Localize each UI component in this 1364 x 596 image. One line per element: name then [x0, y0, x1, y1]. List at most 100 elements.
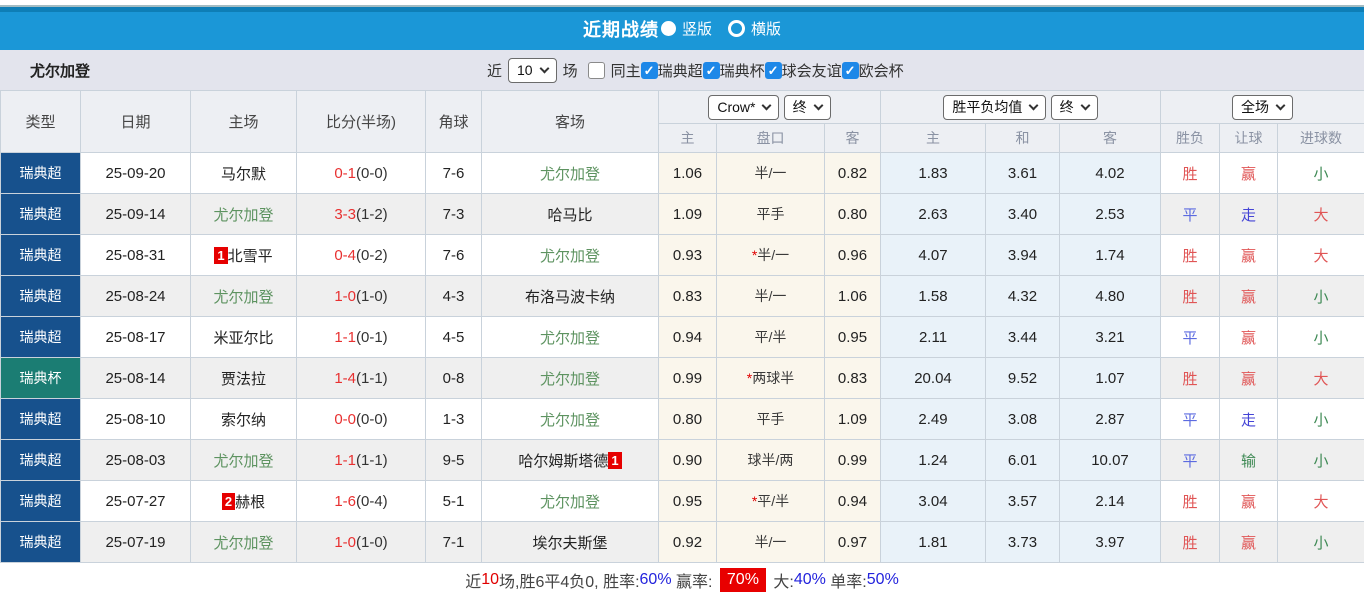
odds-away-cell: 0.80	[825, 194, 881, 235]
league-checkbox-svenska-cupen[interactable]	[703, 62, 720, 79]
bookmaker-select[interactable]: Crow*	[708, 95, 779, 120]
table-row: 瑞典杯 25-08-14 贾法拉 1-4(1-1) 0-8 尤尔加登 0.99 …	[1, 358, 1364, 399]
date-cell: 25-08-17	[81, 317, 191, 358]
league-checkbox-allsvenskan[interactable]	[641, 62, 658, 79]
odds-away-cell: 0.97	[825, 522, 881, 563]
handicap-cell: *平/半	[717, 481, 825, 522]
avg-home-cell: 3.04	[881, 481, 986, 522]
corners-cell: 5-1	[426, 481, 482, 522]
away-team-cell: 埃尔夫斯堡	[482, 522, 659, 563]
match-type-cell: 瑞典超	[1, 276, 81, 317]
goals-cell: 小	[1278, 317, 1364, 358]
avg-time-select[interactable]: 终	[1051, 95, 1098, 120]
odds-home-cell: 0.93	[659, 235, 717, 276]
away-team-cell: 布洛马波卡纳	[482, 276, 659, 317]
odds-home-cell: 0.83	[659, 276, 717, 317]
handicap-result-cell: 赢	[1220, 235, 1278, 276]
corners-cell: 4-5	[426, 317, 482, 358]
goals-cell: 小	[1278, 153, 1364, 194]
score-cell: 0-1(0-0)	[297, 153, 426, 194]
chevron-down-icon	[1029, 101, 1039, 111]
summary-segment: 60%	[640, 571, 672, 589]
result-cell: 胜	[1161, 153, 1220, 194]
league-label-friendly: 球会友谊	[782, 60, 842, 81]
away-team-cell: 尤尔加登	[482, 481, 659, 522]
summary-segment: 场,胜6平4负0,	[499, 568, 603, 592]
results-table: 类型 日期 主场 比分(半场) 角球 客场 Crow* 终 胜平负均值 终 全场…	[0, 90, 1364, 563]
chevron-down-icon	[1080, 101, 1090, 111]
header-type: 类型	[1, 91, 81, 153]
same-home-checkbox[interactable]	[588, 62, 605, 79]
avg-type-select[interactable]: 胜平负均值	[943, 95, 1046, 120]
handicap-result-cell: 走	[1220, 194, 1278, 235]
result-cell: 平	[1161, 440, 1220, 481]
fulltime-select[interactable]: 全场	[1232, 95, 1293, 120]
header-corners: 角球	[426, 91, 482, 153]
result-cell: 胜	[1161, 276, 1220, 317]
league-checkbox-conference[interactable]	[842, 62, 859, 79]
odds-home-cell: 0.80	[659, 399, 717, 440]
odds-home-cell: 0.94	[659, 317, 717, 358]
odds-away-cell: 0.83	[825, 358, 881, 399]
horizontal-layout-radio[interactable]	[728, 20, 745, 37]
corners-cell: 7-6	[426, 235, 482, 276]
date-cell: 25-08-14	[81, 358, 191, 399]
avg-away-cell: 4.02	[1060, 153, 1161, 194]
match-type-cell: 瑞典超	[1, 399, 81, 440]
corners-cell: 0-8	[426, 358, 482, 399]
score-cell: 1-4(1-1)	[297, 358, 426, 399]
header-score: 比分(半场)	[297, 91, 426, 153]
table-row: 瑞典超 25-08-24 尤尔加登 1-0(1-0) 4-3 布洛马波卡纳 0.…	[1, 276, 1364, 317]
match-type-cell: 瑞典超	[1, 153, 81, 194]
result-cell: 平	[1161, 399, 1220, 440]
score-cell: 1-1(1-1)	[297, 440, 426, 481]
date-cell: 25-07-27	[81, 481, 191, 522]
results-table-header: 类型 日期 主场 比分(半场) 角球 客场 Crow* 终 胜平负均值 终 全场…	[1, 91, 1364, 153]
league-checkbox-friendly[interactable]	[765, 62, 782, 79]
score-cell: 1-1(0-1)	[297, 317, 426, 358]
page-title: 近期战绩	[583, 16, 659, 42]
goals-cell: 大	[1278, 358, 1364, 399]
team-name: 尤尔加登	[30, 60, 90, 81]
home-team-cell: 尤尔加登	[191, 194, 297, 235]
handicap-cell: 平手	[717, 194, 825, 235]
chevron-down-icon	[1276, 101, 1286, 111]
header-home: 主场	[191, 91, 297, 153]
handicap-cell: *半/一	[717, 235, 825, 276]
subheader-goals: 进球数	[1278, 124, 1364, 153]
match-type-cell: 瑞典超	[1, 481, 81, 522]
vertical-layout-radio[interactable]	[661, 21, 676, 36]
odds-away-cell: 0.94	[825, 481, 881, 522]
avg-away-cell: 1.07	[1060, 358, 1161, 399]
away-team-cell: 尤尔加登	[482, 153, 659, 194]
rank-badge: 2	[222, 493, 235, 510]
summary-segment: 10	[481, 571, 499, 589]
score-cell: 0-0(0-0)	[297, 399, 426, 440]
odds-home-cell: 1.06	[659, 153, 717, 194]
goals-cell: 大	[1278, 481, 1364, 522]
avg-draw-cell: 3.44	[986, 317, 1060, 358]
away-team-cell: 尤尔加登	[482, 399, 659, 440]
avg-away-cell: 10.07	[1060, 440, 1161, 481]
horizontal-layout-label[interactable]: 横版	[751, 18, 781, 39]
match-type-cell: 瑞典超	[1, 235, 81, 276]
subheader-avg-draw: 和	[986, 124, 1060, 153]
home-team-cell: 尤尔加登	[191, 276, 297, 317]
away-team-cell: 尤尔加登	[482, 358, 659, 399]
table-row: 瑞典超 25-08-10 索尔纳 0-0(0-0) 1-3 尤尔加登 0.80 …	[1, 399, 1364, 440]
handicap-result-cell: 走	[1220, 399, 1278, 440]
avg-home-cell: 2.63	[881, 194, 986, 235]
corners-cell: 4-3	[426, 276, 482, 317]
result-cell: 胜	[1161, 358, 1220, 399]
avg-draw-cell: 4.32	[986, 276, 1060, 317]
vertical-layout-label[interactable]: 竖版	[682, 18, 712, 39]
home-team-cell: 贾法拉	[191, 358, 297, 399]
odds-time-select[interactable]: 终	[784, 95, 831, 120]
avg-home-cell: 2.49	[881, 399, 986, 440]
match-count-select[interactable]: 10	[508, 58, 557, 83]
match-type-cell: 瑞典超	[1, 194, 81, 235]
home-team-cell: 米亚尔比	[191, 317, 297, 358]
result-cell: 胜	[1161, 522, 1220, 563]
handicap-cell: 半/一	[717, 522, 825, 563]
avg-draw-cell: 3.08	[986, 399, 1060, 440]
